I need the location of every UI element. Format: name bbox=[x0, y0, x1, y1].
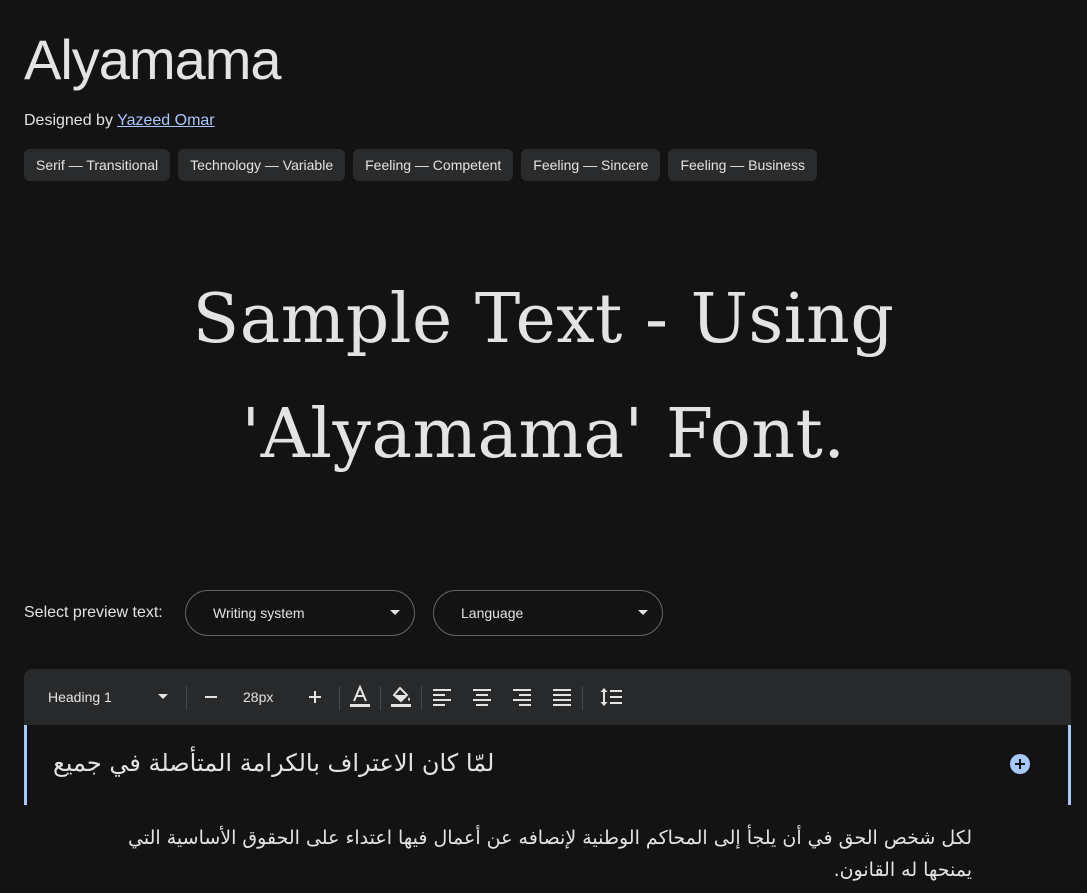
toolbar-divider bbox=[186, 686, 187, 710]
designer-line: Designed by Yazeed Omar bbox=[24, 110, 215, 132]
align-left-button[interactable] bbox=[428, 683, 456, 711]
increase-size-icon bbox=[309, 691, 321, 703]
highlight-color-button[interactable] bbox=[387, 683, 415, 711]
tag-chip[interactable]: Feeling — Competent bbox=[353, 149, 514, 181]
text-color-button[interactable] bbox=[346, 683, 374, 711]
font-title: Alyamama bbox=[24, 28, 282, 91]
add-block-icon[interactable] bbox=[1010, 754, 1030, 774]
text-style-select[interactable]: Heading 1 bbox=[48, 669, 168, 725]
align-justify-icon bbox=[553, 689, 571, 706]
text-style-value: Heading 1 bbox=[48, 689, 112, 705]
decrease-size-button[interactable] bbox=[197, 683, 225, 711]
align-center-icon bbox=[473, 689, 491, 706]
font-page: Alyamama Designed by Yazeed Omar Serif —… bbox=[0, 0, 1087, 893]
preview-label: Select preview text: bbox=[24, 604, 163, 621]
tag-chip[interactable]: Feeling — Business bbox=[668, 149, 817, 181]
align-right-button[interactable] bbox=[508, 683, 536, 711]
tag-chip[interactable]: Serif — Transitional bbox=[24, 149, 171, 181]
align-center-button[interactable] bbox=[468, 683, 496, 711]
designer-link[interactable]: Yazeed Omar bbox=[117, 112, 215, 129]
toolbar-divider bbox=[339, 686, 340, 710]
increase-size-button[interactable] bbox=[301, 683, 329, 711]
align-left-icon bbox=[433, 689, 451, 706]
sample-text: Sample Text - Using 'Alyamama' Font. bbox=[0, 262, 1087, 492]
writing-system-select[interactable]: Writing system bbox=[185, 590, 415, 636]
designed-by-label: Designed by bbox=[24, 112, 118, 129]
tag-list: Serif — Transitional Technology — Variab… bbox=[24, 149, 817, 181]
body-paragraph[interactable]: لكل شخص الحق في أن يلجأ إلى المحاكم الوط… bbox=[52, 822, 972, 886]
line-spacing-button[interactable] bbox=[597, 683, 625, 711]
language-value: Language bbox=[461, 605, 524, 621]
sample-text-line: 'Alyamama' Font. bbox=[241, 395, 846, 474]
body-line: يمنحها له القانون. bbox=[833, 859, 972, 881]
editor-heading-block[interactable]: لمّا كان الاعتراف بالكرامة المتأصلة في ج… bbox=[24, 725, 1071, 805]
toolbar-divider bbox=[380, 686, 381, 710]
heading-text[interactable]: لمّا كان الاعتراف بالكرامة المتأصلة في ج… bbox=[53, 743, 494, 783]
editor-toolbar: Heading 1 28px bbox=[24, 669, 1071, 725]
highlight-color-icon bbox=[391, 686, 411, 707]
chevron-down-icon bbox=[390, 610, 400, 615]
toolbar-divider bbox=[582, 686, 583, 710]
chevron-down-icon bbox=[158, 694, 168, 699]
tag-chip[interactable]: Feeling — Sincere bbox=[521, 149, 661, 181]
align-justify-button[interactable] bbox=[548, 683, 576, 711]
sample-text-line: Sample Text - Using bbox=[192, 280, 895, 359]
body-line: لكل شخص الحق في أن يلجأ إلى المحاكم الوط… bbox=[128, 827, 972, 849]
writing-system-value: Writing system bbox=[213, 605, 305, 621]
font-size-value[interactable]: 28px bbox=[243, 669, 273, 725]
line-spacing-icon bbox=[600, 688, 622, 706]
align-right-icon bbox=[513, 689, 531, 706]
text-color-icon bbox=[350, 685, 370, 707]
decrease-size-icon bbox=[205, 696, 217, 698]
chevron-down-icon bbox=[638, 610, 648, 615]
tag-chip[interactable]: Technology — Variable bbox=[178, 149, 346, 181]
language-select[interactable]: Language bbox=[433, 590, 663, 636]
toolbar-divider bbox=[421, 686, 422, 710]
